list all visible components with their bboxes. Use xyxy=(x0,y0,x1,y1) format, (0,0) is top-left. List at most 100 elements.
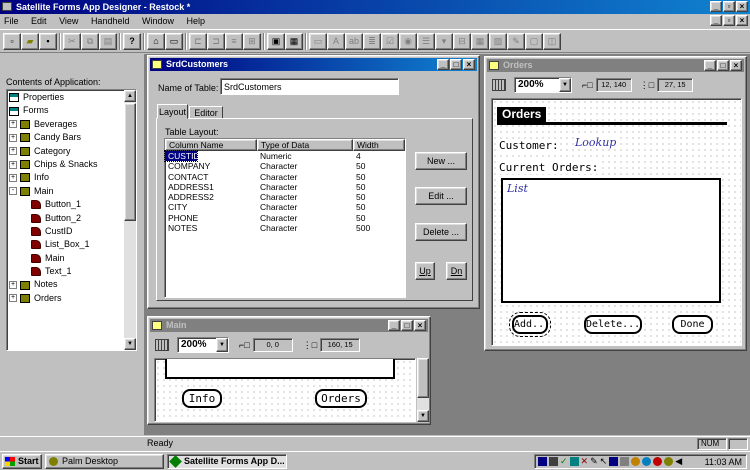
tree-scrollbar[interactable]: ▲ ▼ xyxy=(124,90,136,350)
col-header-type[interactable]: Type of Data xyxy=(257,139,353,151)
add-button[interactable]: Add... xyxy=(509,312,551,337)
delete-column-button[interactable]: Delete ... xyxy=(415,223,467,241)
save-icon[interactable]: ▪ xyxy=(39,32,57,50)
tree-item[interactable]: + Beverages xyxy=(9,118,123,131)
orders-list-box[interactable]: List xyxy=(501,178,721,303)
tree-item[interactable]: + Notes xyxy=(9,278,123,291)
combo-tool-icon[interactable]: ⊟ xyxy=(453,32,471,50)
col-header-width[interactable]: Width xyxy=(353,139,405,151)
distribute-icon[interactable]: ⊞ xyxy=(243,32,261,50)
grid-icon[interactable] xyxy=(492,79,506,91)
tree-item[interactable]: + Chips & Snacks xyxy=(9,158,123,171)
home-icon[interactable]: ⌂ xyxy=(147,32,165,50)
edit-column-button[interactable]: Edit ... xyxy=(415,187,467,205)
main-zoom-select[interactable]: 200% ▼ xyxy=(177,337,229,353)
tray-display-icon[interactable] xyxy=(609,457,619,466)
scroll-up-button[interactable]: ▲ xyxy=(124,90,136,102)
task-palm-desktop[interactable]: Palm Desktop xyxy=(45,454,164,469)
tree-item[interactable]: + Candy Bars xyxy=(9,131,123,144)
table-row[interactable]: CUSTID Numeric 4 xyxy=(164,149,405,163)
menu-help[interactable]: Help xyxy=(187,16,206,26)
tray-sync-icon[interactable] xyxy=(631,457,641,466)
check-tool-icon[interactable]: ☑ xyxy=(381,32,399,50)
main-scrollbar[interactable]: ▼ xyxy=(417,358,429,422)
align-left-icon[interactable]: ⊏ xyxy=(189,32,207,50)
help-icon[interactable]: ? xyxy=(123,32,141,50)
tray-volume-icon[interactable] xyxy=(549,457,558,466)
start-button[interactable]: Start xyxy=(2,454,42,469)
table-row[interactable]: CONTACT Character 50 xyxy=(165,172,405,182)
scroll-thumb[interactable] xyxy=(124,103,136,221)
select-icon[interactable]: ▭ xyxy=(309,32,327,50)
paragraph-tool-icon[interactable]: ≣ xyxy=(363,32,381,50)
graffiti-tool-icon[interactable]: ◫ xyxy=(543,32,561,50)
open-icon[interactable]: ▰ xyxy=(21,32,39,50)
list-tool-icon[interactable]: ☰ xyxy=(417,32,435,50)
table-name-input[interactable] xyxy=(220,78,399,95)
tree-item[interactable]: Forms xyxy=(9,104,123,117)
menu-view[interactable]: View xyxy=(59,16,78,26)
tree-item[interactable]: Properties xyxy=(9,91,123,104)
new-icon[interactable]: ▫ xyxy=(3,32,21,50)
expand-icon[interactable]: + xyxy=(9,133,17,142)
paste-icon[interactable]: ▤ xyxy=(99,32,117,50)
tray-palm-icon[interactable] xyxy=(664,457,674,466)
button-tool-icon[interactable]: ▢ xyxy=(525,32,543,50)
srdcustomers-titlebar[interactable]: SrdCustomers _ □ × xyxy=(150,58,477,71)
tray-pen-icon[interactable]: ✎ xyxy=(590,456,598,467)
menu-edit[interactable]: Edit xyxy=(31,16,47,26)
tree-item[interactable]: Button_1 xyxy=(9,198,123,211)
tab-layout[interactable]: Layout xyxy=(157,104,188,119)
radio-tool-icon[interactable]: ◉ xyxy=(399,32,417,50)
tray-cursor-icon[interactable]: ↖ xyxy=(600,456,608,467)
srd-minimize-button[interactable]: _ xyxy=(437,59,449,70)
ink-tool-icon[interactable]: ✎ xyxy=(507,32,525,50)
cut-icon[interactable]: ✂ xyxy=(63,32,81,50)
orders-close-button[interactable]: × xyxy=(730,60,742,71)
main-titlebar[interactable]: Main _ □ × xyxy=(150,319,428,332)
child-close-button[interactable]: × xyxy=(736,15,748,26)
tree-item[interactable]: List_Box_1 xyxy=(9,238,123,251)
align-center-icon[interactable]: ⊐ xyxy=(207,32,225,50)
new-column-button[interactable]: New ... xyxy=(415,152,467,170)
minimize-button[interactable]: _ xyxy=(710,1,722,12)
copy-icon[interactable]: ⧉ xyxy=(81,32,99,50)
srd-close-button[interactable]: × xyxy=(463,59,475,70)
table-tool-icon[interactable]: ▦ xyxy=(471,32,489,50)
col-header-name[interactable]: Column Name xyxy=(165,139,257,151)
edit-tool-icon[interactable]: ab xyxy=(345,32,363,50)
expand-icon[interactable]: + xyxy=(9,294,17,303)
table-row[interactable]: NOTES Character 500 xyxy=(165,223,405,233)
tray-tool-icon[interactable]: ✕ xyxy=(581,456,589,467)
chevron-down-icon[interactable]: ▼ xyxy=(559,78,571,92)
ungroup-icon[interactable]: ▦ xyxy=(285,32,303,50)
expand-icon[interactable]: + xyxy=(9,173,17,182)
orders-zoom-select[interactable]: 200% ▼ xyxy=(514,77,572,93)
tray-globe-icon[interactable] xyxy=(642,457,652,466)
task-satellite-forms[interactable]: Satellite Forms App D... xyxy=(167,454,287,469)
expand-icon[interactable]: + xyxy=(9,160,17,169)
scroll-down-button[interactable]: ▼ xyxy=(124,338,136,350)
info-button[interactable]: Info xyxy=(182,389,222,408)
orders-titlebar[interactable]: Orders _ □ × xyxy=(487,59,744,72)
expand-icon[interactable]: + xyxy=(9,281,17,290)
tree-item[interactable]: - Main xyxy=(9,185,123,198)
done-button[interactable]: Done xyxy=(672,315,713,334)
main-maximize-button[interactable]: □ xyxy=(401,320,413,331)
tray-check-icon[interactable]: ✓ xyxy=(560,456,568,467)
lookup-tool-icon[interactable]: ▾ xyxy=(435,32,453,50)
tree-item[interactable]: + Orders xyxy=(9,292,123,305)
restore-button[interactable]: ▫ xyxy=(723,1,735,12)
orders-nav-button[interactable]: Orders xyxy=(315,389,367,408)
srd-maximize-button[interactable]: □ xyxy=(450,59,462,70)
orders-minimize-button[interactable]: _ xyxy=(704,60,716,71)
collapse-icon[interactable]: - xyxy=(9,187,17,196)
tree-item[interactable]: + Category xyxy=(9,145,123,158)
tray-network-icon[interactable] xyxy=(538,457,547,466)
tree-item[interactable]: Text_1 xyxy=(9,265,123,278)
main-chevron-down-icon[interactable]: ▼ xyxy=(216,338,228,352)
main-scroll-thumb[interactable] xyxy=(417,358,429,398)
main-scroll-down-button[interactable]: ▼ xyxy=(417,410,429,422)
move-down-button[interactable]: Dn xyxy=(446,262,467,280)
main-grid-icon[interactable] xyxy=(155,339,169,351)
